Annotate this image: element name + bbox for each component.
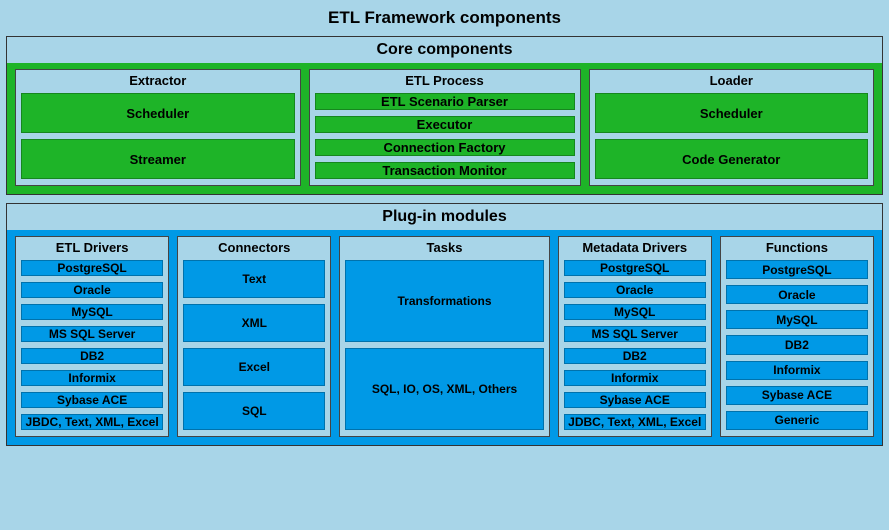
metadata-drivers-item: Sybase ACE xyxy=(564,392,706,408)
plugin-modules-header: Plug-in modules xyxy=(7,204,882,230)
loader-column: Loader Scheduler Code Generator xyxy=(589,69,875,186)
functions-column: Functions PostgreSQL Oracle MySQL DB2 In… xyxy=(720,236,874,437)
etl-executor-box: Executor xyxy=(315,116,575,133)
etl-drivers-item: MySQL xyxy=(21,304,163,320)
metadata-drivers-item: Informix xyxy=(564,370,706,386)
connectors-header: Connectors xyxy=(178,237,330,260)
functions-header: Functions xyxy=(721,237,873,260)
etl-drivers-item: Informix xyxy=(21,370,163,386)
tasks-column: Tasks Transformations SQL, IO, OS, XML, … xyxy=(339,236,549,437)
functions-item: Informix xyxy=(726,361,868,380)
metadata-drivers-item: DB2 xyxy=(564,348,706,364)
metadata-drivers-item: JDBC, Text, XML, Excel xyxy=(564,414,706,430)
etl-scenario-parser-box: ETL Scenario Parser xyxy=(315,93,575,110)
metadata-drivers-header: Metadata Drivers xyxy=(559,237,711,260)
etl-drivers-column: ETL Drivers PostgreSQL Oracle MySQL MS S… xyxy=(15,236,169,437)
functions-item: PostgreSQL xyxy=(726,260,868,279)
etl-drivers-item: MS SQL Server xyxy=(21,326,163,342)
extractor-column: Extractor Scheduler Streamer xyxy=(15,69,301,186)
tasks-item: Transformations xyxy=(345,260,543,342)
loader-header: Loader xyxy=(590,70,874,93)
metadata-drivers-item: PostgreSQL xyxy=(564,260,706,276)
functions-item: Generic xyxy=(726,411,868,430)
metadata-drivers-item: MySQL xyxy=(564,304,706,320)
core-components-header: Core components xyxy=(7,37,882,63)
loader-code-generator-box: Code Generator xyxy=(595,139,869,179)
etl-drivers-item: JBDC, Text, XML, Excel xyxy=(21,414,163,430)
etl-drivers-item: Oracle xyxy=(21,282,163,298)
functions-item: DB2 xyxy=(726,335,868,354)
connectors-item: XML xyxy=(183,304,325,342)
core-components-section: Core components Extractor Scheduler Stre… xyxy=(6,36,883,195)
etl-process-header: ETL Process xyxy=(310,70,580,93)
plugin-columns: ETL Drivers PostgreSQL Oracle MySQL MS S… xyxy=(7,230,882,445)
tasks-item: SQL, IO, OS, XML, Others xyxy=(345,348,543,430)
diagram-title: ETL Framework components xyxy=(6,8,883,28)
etl-connection-factory-box: Connection Factory xyxy=(315,139,575,156)
etl-process-column: ETL Process ETL Scenario Parser Executor… xyxy=(309,69,581,186)
functions-item: Oracle xyxy=(726,285,868,304)
plugin-modules-section: Plug-in modules ETL Drivers PostgreSQL O… xyxy=(6,203,883,446)
etl-drivers-item: DB2 xyxy=(21,348,163,364)
functions-item: Sybase ACE xyxy=(726,386,868,405)
connectors-item: SQL xyxy=(183,392,325,430)
etl-drivers-item: PostgreSQL xyxy=(21,260,163,276)
core-columns: Extractor Scheduler Streamer ETL Process… xyxy=(7,63,882,194)
connectors-item: Text xyxy=(183,260,325,298)
extractor-header: Extractor xyxy=(16,70,300,93)
connectors-column: Connectors Text XML Excel SQL xyxy=(177,236,331,437)
extractor-streamer-box: Streamer xyxy=(21,139,295,179)
tasks-header: Tasks xyxy=(340,237,548,260)
metadata-drivers-item: Oracle xyxy=(564,282,706,298)
functions-item: MySQL xyxy=(726,310,868,329)
metadata-drivers-item: MS SQL Server xyxy=(564,326,706,342)
connectors-item: Excel xyxy=(183,348,325,386)
extractor-scheduler-box: Scheduler xyxy=(21,93,295,133)
loader-scheduler-box: Scheduler xyxy=(595,93,869,133)
metadata-drivers-column: Metadata Drivers PostgreSQL Oracle MySQL… xyxy=(558,236,712,437)
etl-transaction-monitor-box: Transaction Monitor xyxy=(315,162,575,179)
etl-drivers-item: Sybase ACE xyxy=(21,392,163,408)
etl-drivers-header: ETL Drivers xyxy=(16,237,168,260)
